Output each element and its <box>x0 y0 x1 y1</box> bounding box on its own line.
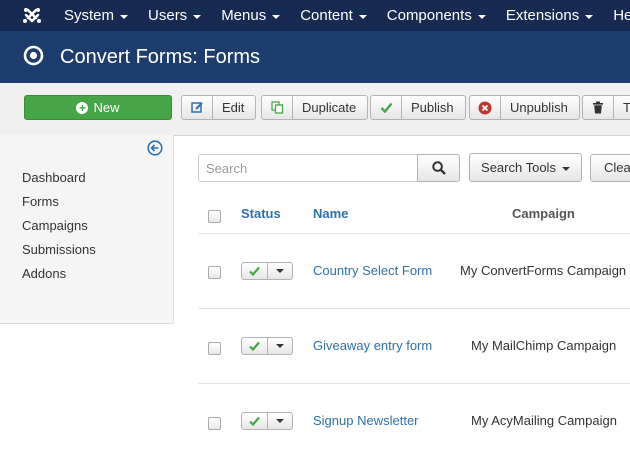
caret-down-icon <box>358 14 367 19</box>
menu-components[interactable]: Components <box>387 0 486 31</box>
row-checkbox[interactable] <box>208 417 221 430</box>
campaign-name: My ConvertForms Campaign <box>460 263 627 278</box>
campaign-name: My MailChimp Campaign <box>471 338 617 353</box>
row-checkbox[interactable] <box>208 266 221 279</box>
form-name-link[interactable]: Signup Newsletter <box>313 413 419 428</box>
sidebar-item-addons[interactable]: Addons <box>22 262 96 286</box>
campaign-name: My AcyMailing Campaign <box>471 413 617 428</box>
caret-down-icon <box>561 166 570 171</box>
caret-down-icon <box>477 14 486 19</box>
search-button[interactable] <box>417 154 460 182</box>
joomla-logo-icon[interactable] <box>22 6 42 26</box>
published-check-icon[interactable] <box>241 337 269 355</box>
edit-button[interactable]: Edit <box>181 95 257 120</box>
unpublish-icon <box>470 96 501 119</box>
sidebar-item-submissions[interactable]: Submissions <box>22 238 96 262</box>
caret-down-icon <box>276 419 285 423</box>
search-icon <box>431 161 446 175</box>
caret-down-icon <box>272 14 281 19</box>
column-header-campaign: Campaign <box>512 206 575 221</box>
row-divider <box>198 383 630 384</box>
caret-down-icon <box>120 14 129 19</box>
published-check-icon[interactable] <box>241 412 269 430</box>
caret-down-icon <box>276 344 285 348</box>
copy-icon <box>262 96 293 119</box>
edit-icon <box>182 96 213 119</box>
row-divider <box>198 308 630 309</box>
status-dropdown-button[interactable] <box>268 412 293 430</box>
menu-help[interactable]: He <box>613 0 630 31</box>
menu-extensions[interactable]: Extensions <box>506 0 594 31</box>
caret-down-icon <box>585 14 594 19</box>
menu-menus[interactable]: Menus <box>221 0 281 31</box>
row-checkbox[interactable] <box>208 342 221 355</box>
new-button[interactable]: + New <box>24 95 172 120</box>
publish-button[interactable]: Publish <box>370 95 466 120</box>
duplicate-button[interactable]: Duplicate <box>261 95 369 120</box>
search-input[interactable] <box>198 154 418 182</box>
sidebar-item-forms[interactable]: Forms <box>22 190 96 214</box>
menu-system[interactable]: System <box>64 0 129 31</box>
status-toggle <box>241 262 293 280</box>
convertforms-logo-icon <box>23 45 44 66</box>
toolbar: + New Edit Duplicate Publish Unpublish T… <box>0 83 630 136</box>
check-icon <box>371 96 402 119</box>
form-name-link[interactable]: Giveaway entry form <box>313 338 432 353</box>
status-dropdown-button[interactable] <box>268 337 293 355</box>
page-title: Convert Forms: Forms <box>60 46 261 68</box>
page-header: Convert Forms: Forms <box>0 31 630 83</box>
caret-down-icon <box>193 14 202 19</box>
trash-icon <box>583 96 614 119</box>
select-all-checkbox[interactable] <box>208 210 221 223</box>
caret-down-icon <box>276 269 285 273</box>
sidebar: Dashboard Forms Campaigns Submissions Ad… <box>0 135 174 324</box>
status-dropdown-button[interactable] <box>268 262 293 280</box>
plus-icon: + <box>76 101 89 114</box>
row-divider <box>198 233 630 234</box>
unpublish-button[interactable]: Unpublish <box>469 95 580 120</box>
form-name-link[interactable]: Country Select Form <box>313 263 432 278</box>
collapse-sidebar-icon[interactable] <box>147 140 163 156</box>
status-toggle <box>241 412 293 430</box>
status-toggle <box>241 337 293 355</box>
menu-users[interactable]: Users <box>148 0 202 31</box>
menu-content[interactable]: Content <box>300 0 367 31</box>
sidebar-item-dashboard[interactable]: Dashboard <box>22 166 96 190</box>
clear-button[interactable]: Clea <box>590 154 630 182</box>
published-check-icon[interactable] <box>241 262 269 280</box>
search-tools-button[interactable]: Search Tools <box>469 153 582 182</box>
trash-button[interactable]: Tr <box>582 95 630 120</box>
column-header-status[interactable]: Status <box>241 206 281 221</box>
top-menu-bar: System Users Menus Content Components Ex… <box>0 0 630 31</box>
column-header-name[interactable]: Name <box>313 206 348 221</box>
sidebar-item-campaigns[interactable]: Campaigns <box>22 214 96 238</box>
